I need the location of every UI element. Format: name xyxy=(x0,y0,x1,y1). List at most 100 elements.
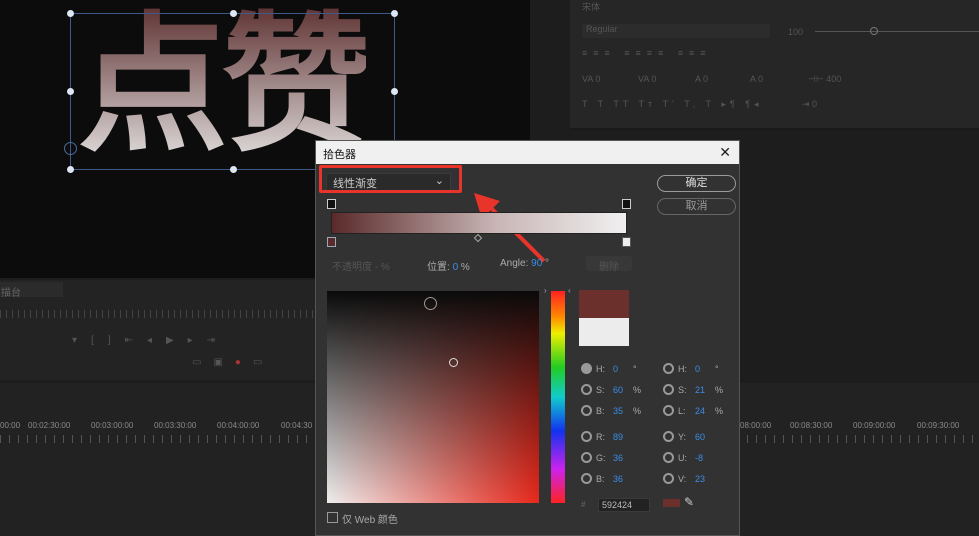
color-mode-radio[interactable] xyxy=(663,452,674,463)
timecode: 00:03:30:00 xyxy=(154,421,197,430)
anchor-point-icon[interactable] xyxy=(64,142,77,155)
color-mode-radio[interactable] xyxy=(663,473,674,484)
field-label: G: xyxy=(596,453,606,463)
color-stop-right[interactable] xyxy=(622,237,631,247)
field-value[interactable]: 0 xyxy=(695,364,700,374)
transport-controls[interactable]: ▾[]⇤◂▶▸⇥ xyxy=(72,335,229,346)
timecode: 00:09:30:00 xyxy=(917,421,960,430)
leading-field[interactable]: A 0 xyxy=(695,74,708,84)
baseline-field[interactable]: A 0 xyxy=(750,74,763,84)
field-unit: ° xyxy=(715,364,719,374)
timecode: 00:08:30:00 xyxy=(790,421,833,430)
color-mode-radio[interactable] xyxy=(581,363,592,374)
field-label: H: xyxy=(678,364,687,374)
color-field[interactable] xyxy=(327,291,539,503)
field-label: Y: xyxy=(678,432,687,442)
field-label: U: xyxy=(678,453,687,463)
resize-handle[interactable] xyxy=(67,166,74,173)
close-icon[interactable]: ✕ xyxy=(719,144,731,161)
field-unit: % xyxy=(633,406,642,416)
field-value[interactable]: -8 xyxy=(695,453,703,463)
color-mode-radio[interactable] xyxy=(581,431,592,442)
dialog-titlebar[interactable]: 拾色器 ✕ xyxy=(316,141,739,164)
tsume-field[interactable]: ⊣⊢ 400 xyxy=(808,74,841,85)
alignment-buttons[interactable]: ≡≡≡ ≡≡≡≡ ≡≡≡ xyxy=(582,48,712,58)
indent-field[interactable]: ⇥ 0 xyxy=(802,99,817,110)
current-color-chip xyxy=(663,499,680,507)
field-value[interactable]: 0 xyxy=(613,364,618,374)
color-mode-radio[interactable] xyxy=(581,452,592,463)
kerning-field[interactable]: VA 0 xyxy=(638,74,656,84)
color-mode-radio[interactable] xyxy=(581,473,592,484)
original-color-swatch[interactable] xyxy=(579,318,629,346)
field-label: H: xyxy=(596,364,605,374)
opacity-label: 不透明度 - % xyxy=(332,262,390,273)
web-colors-label: 仅 Web 颜色 xyxy=(342,515,398,526)
color-mode-radio[interactable] xyxy=(663,431,674,442)
hue-slider[interactable] xyxy=(551,291,565,503)
color-mode-radio[interactable] xyxy=(663,405,674,416)
field-value[interactable]: 60 xyxy=(695,432,705,442)
opacity-stop-right[interactable] xyxy=(622,199,631,209)
field-label: L: xyxy=(678,406,686,416)
color-field-ring[interactable] xyxy=(424,297,437,310)
field-label: S: xyxy=(596,385,605,395)
field-value[interactable]: 60 xyxy=(613,385,623,395)
resize-handle[interactable] xyxy=(391,88,398,95)
color-mode-radio[interactable] xyxy=(663,384,674,395)
field-value[interactable]: 36 xyxy=(613,474,623,484)
field-value[interactable]: 89 xyxy=(613,432,623,442)
angle-field[interactable]: Angle: 90 ° xyxy=(500,258,549,269)
resize-handle[interactable] xyxy=(230,10,237,17)
hex-input[interactable] xyxy=(598,498,650,512)
panel-tab[interactable]: 描台 xyxy=(0,282,63,299)
text-style-buttons[interactable]: T T TT Tт T' T, T ▸¶ ¶◂ xyxy=(582,99,763,110)
gradient-bar[interactable] xyxy=(331,212,627,234)
timecode: 00:02:30:00 xyxy=(28,421,71,430)
color-mode-radio[interactable] xyxy=(581,405,592,416)
color-mode-radio[interactable] xyxy=(663,363,674,374)
color-picker-dialog: 拾色器 ✕ 线性渐变 ⌄ 确定 取消 不透明度 - % 位置: 0 % Angl… xyxy=(315,140,740,536)
hex-prefix: # xyxy=(581,500,586,509)
timecode: 00:00 xyxy=(0,421,21,430)
font-size-value[interactable]: 100 xyxy=(788,27,803,37)
export-controls[interactable]: ▭▣●▭ xyxy=(192,357,274,368)
essential-graphics-panel: 宋体 Regular 100 ≡≡≡ ≡≡≡≡ ≡≡≡ VA 0 VA 0 A … xyxy=(570,0,979,130)
new-color-swatch xyxy=(579,290,629,318)
field-label: R: xyxy=(596,432,605,442)
delete-button[interactable]: 删除 xyxy=(586,256,632,273)
slider-thumb[interactable] xyxy=(870,27,878,35)
opacity-stop-left[interactable] xyxy=(327,199,336,209)
timecode: 00:03:00:00 xyxy=(91,421,134,430)
web-colors-checkbox[interactable] xyxy=(327,512,338,523)
cancel-button[interactable]: 取消 xyxy=(657,198,736,215)
field-value[interactable]: 23 xyxy=(695,474,705,484)
font-style-select[interactable]: Regular xyxy=(582,24,770,38)
field-value[interactable]: 36 xyxy=(613,453,623,463)
color-field-marker[interactable] xyxy=(449,358,458,367)
time-ruler[interactable] xyxy=(0,310,315,318)
eyedropper-icon[interactable]: ✎ xyxy=(684,495,694,509)
timecode: 08:00:00 xyxy=(740,421,772,430)
color-mode-radio[interactable] xyxy=(581,384,592,395)
font-family-select[interactable]: 宋体 xyxy=(582,0,600,13)
timecode: 00:04:00:00 xyxy=(217,421,260,430)
color-stop-left[interactable] xyxy=(327,237,336,247)
field-unit: % xyxy=(715,385,724,395)
resize-handle[interactable] xyxy=(67,88,74,95)
field-value[interactable]: 35 xyxy=(613,406,623,416)
ok-button[interactable]: 确定 xyxy=(657,175,736,192)
field-value[interactable]: 24 xyxy=(695,406,705,416)
font-size-slider[interactable] xyxy=(815,31,979,32)
position-field[interactable]: 位置: 0 % xyxy=(427,258,470,273)
field-label: B: xyxy=(596,474,605,484)
field-label: B: xyxy=(596,406,605,416)
timecode: 00:09:00:00 xyxy=(853,421,896,430)
resize-handle[interactable] xyxy=(230,166,237,173)
field-value[interactable]: 21 xyxy=(695,385,705,395)
field-unit: % xyxy=(715,406,724,416)
tracking-field[interactable]: VA 0 xyxy=(582,74,600,84)
resize-handle[interactable] xyxy=(391,10,398,17)
field-unit: ° xyxy=(633,364,637,374)
resize-handle[interactable] xyxy=(67,10,74,17)
